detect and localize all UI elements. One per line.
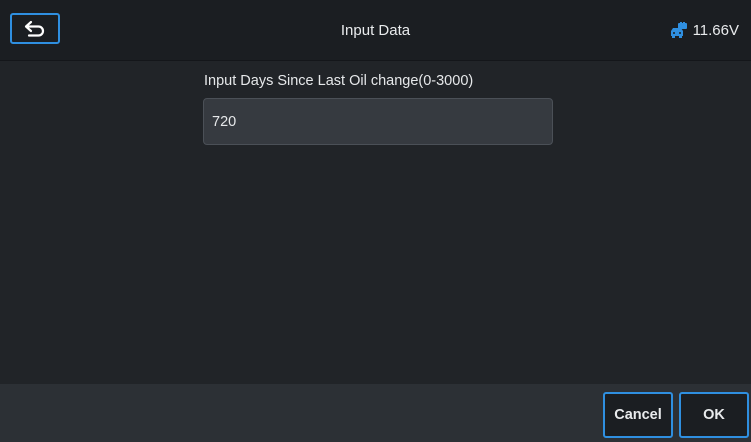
main-content: Input Days Since Last Oil change(0-3000)	[0, 61, 751, 383]
top-bar: Input Data 11.66V	[0, 0, 751, 61]
days-input[interactable]	[212, 113, 552, 130]
bottom-bar: Cancel OK	[0, 384, 751, 442]
input-data-screen: Input Data 11.66V Input Days Since Last …	[0, 0, 751, 442]
input-prompt-label: Input Days Since Last Oil change(0-3000)	[204, 73, 474, 89]
back-arrow-icon	[23, 20, 47, 38]
ok-button[interactable]: OK	[679, 392, 749, 438]
cancel-button[interactable]: Cancel	[603, 392, 673, 438]
vehicle-battery-icon	[669, 22, 689, 38]
battery-status: 11.66V	[669, 0, 739, 60]
back-button[interactable]	[10, 13, 60, 44]
page-title: Input Data	[340, 22, 411, 39]
days-input-field[interactable]	[203, 98, 553, 145]
voltage-readout: 11.66V	[692, 21, 739, 39]
